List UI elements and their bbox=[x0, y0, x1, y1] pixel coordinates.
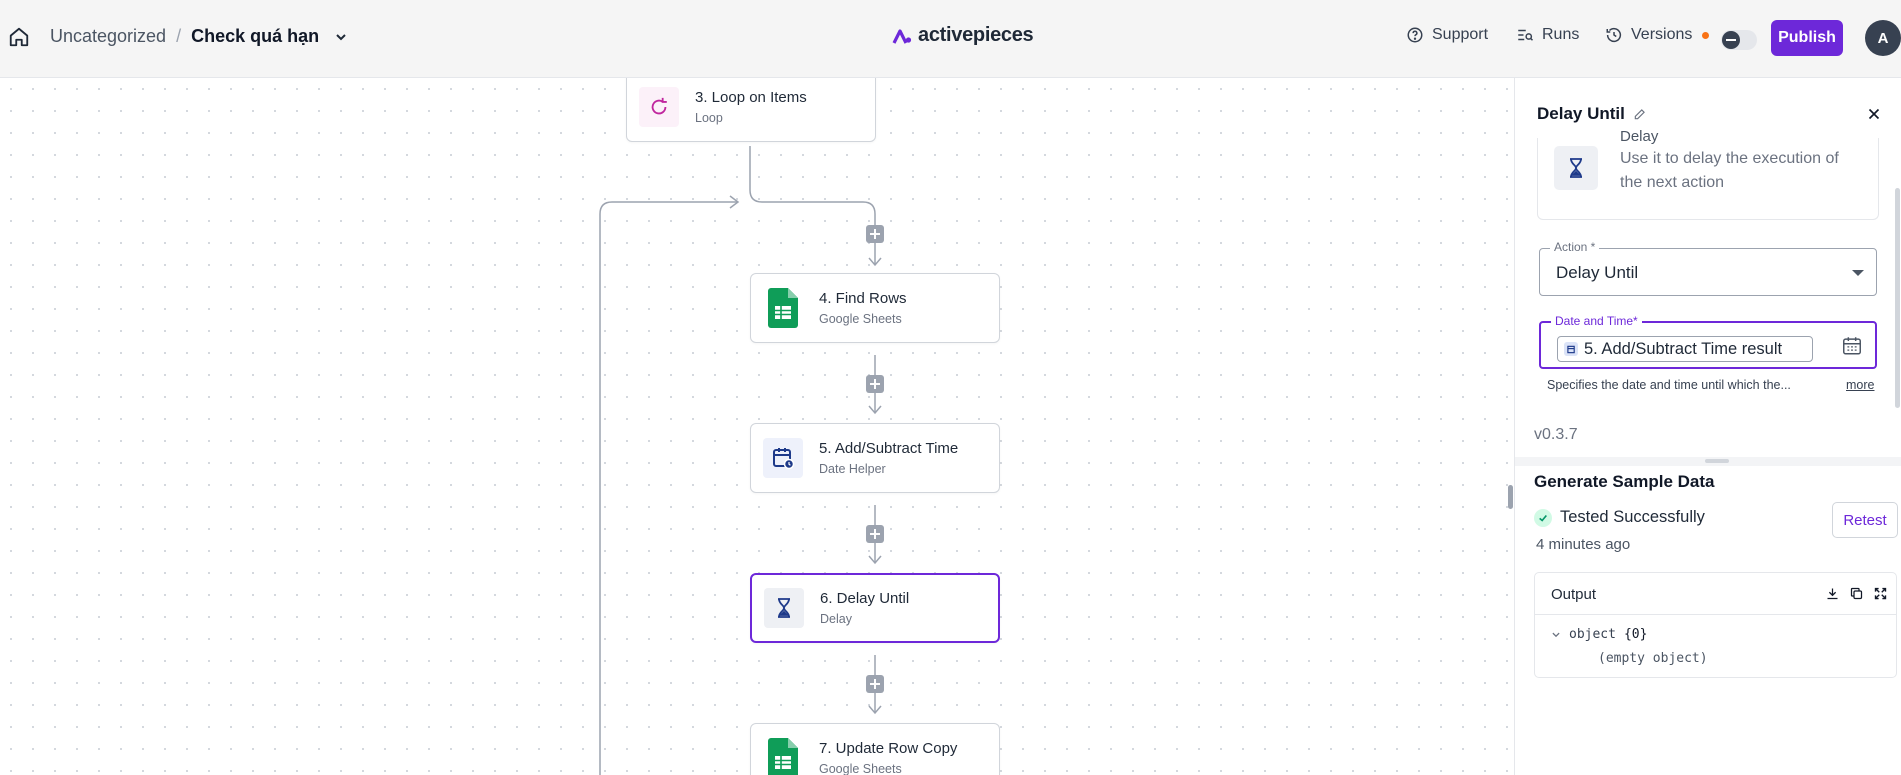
more-link[interactable]: more bbox=[1846, 378, 1874, 392]
versions-button[interactable]: Versions bbox=[1605, 26, 1710, 44]
hourglass-icon bbox=[1570, 158, 1582, 178]
step-subtitle: Delay bbox=[820, 612, 852, 626]
runs-label: Runs bbox=[1542, 26, 1580, 43]
unpublished-dot bbox=[1702, 31, 1710, 39]
step-title: 4. Find Rows bbox=[819, 290, 907, 307]
google-sheets-icon bbox=[768, 288, 798, 328]
datetime-variable-chip[interactable]: 5. Add/Subtract Time result bbox=[1557, 336, 1813, 362]
flow-step-add-subtract-time[interactable]: 5. Add/Subtract Time Date Helper bbox=[750, 423, 1000, 493]
output-object-type: object bbox=[1569, 627, 1616, 642]
panel-resize-handle[interactable] bbox=[1508, 485, 1513, 509]
datetime-chip-label: 5. Add/Subtract Time result bbox=[1584, 339, 1783, 358]
output-viewer: Output object {0} (empty object) bbox=[1534, 572, 1897, 678]
step-settings-panel: Delay Until Delay Use it to delay the ex… bbox=[1514, 78, 1901, 775]
datetime-help-text: Specifies the date and time until which … bbox=[1547, 378, 1791, 392]
breadcrumb-folder[interactable]: Uncategorized bbox=[50, 26, 166, 47]
output-object-row[interactable]: object {0} bbox=[1551, 627, 1647, 642]
add-step-button[interactable] bbox=[866, 225, 884, 243]
publish-button[interactable]: Publish bbox=[1771, 20, 1843, 56]
piece-name: Delay bbox=[1620, 128, 1659, 145]
breadcrumb: Uncategorized / Check quá hạn bbox=[50, 26, 349, 47]
caret-down-icon bbox=[1852, 270, 1864, 276]
avatar[interactable]: A bbox=[1865, 20, 1901, 56]
flow-enable-toggle[interactable] bbox=[1721, 30, 1757, 50]
action-select[interactable]: Action * Delay Until bbox=[1539, 240, 1877, 296]
add-step-button[interactable] bbox=[866, 525, 884, 543]
test-status: Tested Successfully bbox=[1534, 508, 1705, 527]
home-icon[interactable] bbox=[8, 26, 30, 48]
chevron-down-icon[interactable] bbox=[333, 29, 349, 45]
copy-icon[interactable] bbox=[1849, 586, 1864, 601]
chevron-down-icon[interactable] bbox=[1551, 630, 1561, 640]
action-label: Action * bbox=[1550, 240, 1600, 254]
step-subtitle: Loop bbox=[695, 111, 723, 125]
flow-name[interactable]: Check quá hạn bbox=[191, 26, 319, 47]
add-step-button[interactable] bbox=[866, 675, 884, 693]
retest-button[interactable]: Retest bbox=[1832, 502, 1898, 538]
brand-name: activepieces bbox=[918, 24, 1034, 46]
close-icon[interactable] bbox=[1865, 105, 1883, 123]
top-header: Uncategorized / Check quá hạn activepiec… bbox=[0, 0, 1901, 78]
hourglass-icon bbox=[778, 598, 790, 618]
output-title: Output bbox=[1551, 586, 1597, 603]
panel-split-handle[interactable] bbox=[1515, 457, 1901, 466]
test-time: 4 minutes ago bbox=[1536, 536, 1631, 553]
flow-step-delay-until[interactable]: 6. Delay Until Delay bbox=[750, 573, 1000, 643]
history-icon bbox=[1606, 27, 1622, 43]
piece-icon bbox=[1554, 146, 1598, 190]
flow-step-loop[interactable]: 3. Loop on Items Loop bbox=[626, 78, 876, 142]
runs-button[interactable]: Runs bbox=[1516, 26, 1579, 44]
step-title: 6. Delay Until bbox=[820, 590, 910, 607]
download-icon[interactable] bbox=[1825, 586, 1840, 601]
calendar-icon[interactable] bbox=[1841, 335, 1863, 357]
google-sheets-icon bbox=[768, 738, 798, 775]
panel-title-text: Delay Until bbox=[1537, 104, 1625, 123]
step-subtitle: Date Helper bbox=[819, 462, 886, 476]
panel-scrollbar[interactable] bbox=[1895, 188, 1900, 408]
flow-step-update-row-copy[interactable]: 7. Update Row Copy Google Sheets bbox=[750, 723, 1000, 775]
step-title: 5. Add/Subtract Time bbox=[819, 440, 959, 457]
piece-description: Use it to delay the execution of the nex… bbox=[1620, 150, 1839, 191]
sample-data-title: Generate Sample Data bbox=[1534, 472, 1715, 491]
step-subtitle: Google Sheets bbox=[819, 312, 902, 326]
piece-info-card: Delay Use it to delay the execution of t… bbox=[1537, 128, 1879, 220]
breadcrumb-separator: / bbox=[176, 26, 182, 46]
output-object-count: {0} bbox=[1623, 627, 1648, 642]
brand-logo: activepieces bbox=[892, 24, 1034, 47]
list-search-icon bbox=[1518, 29, 1534, 41]
test-status-label: Tested Successfully bbox=[1560, 508, 1705, 526]
output-header: Output bbox=[1535, 573, 1896, 615]
datetime-field[interactable]: Date and Time* 5. Add/Subtract Time resu… bbox=[1539, 314, 1877, 369]
help-circle-icon bbox=[1407, 27, 1423, 43]
step-subtitle: Google Sheets bbox=[819, 762, 902, 775]
activepieces-logo-icon bbox=[892, 28, 912, 44]
step-title: 3. Loop on Items bbox=[695, 89, 807, 106]
date-helper-icon bbox=[1564, 342, 1578, 356]
expand-icon[interactable] bbox=[1873, 586, 1888, 601]
flow-step-find-rows[interactable]: 4. Find Rows Google Sheets bbox=[750, 273, 1000, 343]
flow-canvas[interactable]: 3. Loop on Items Loop 4. Find Rows Googl… bbox=[0, 78, 1514, 775]
check-circle-icon bbox=[1534, 508, 1552, 527]
add-step-button[interactable] bbox=[866, 375, 884, 393]
action-value: Delay Until bbox=[1556, 263, 1639, 282]
support-label: Support bbox=[1432, 26, 1489, 43]
output-empty-text: (empty object) bbox=[1598, 651, 1708, 666]
support-button[interactable]: Support bbox=[1406, 26, 1488, 44]
panel-title: Delay Until bbox=[1537, 104, 1647, 124]
pencil-icon[interactable] bbox=[1633, 107, 1647, 121]
step-title: 7. Update Row Copy bbox=[819, 740, 958, 757]
piece-version: v0.3.7 bbox=[1534, 426, 1578, 443]
datetime-label: Date and Time* bbox=[1551, 314, 1642, 328]
calendar-clock-icon bbox=[773, 448, 795, 470]
loop-icon bbox=[651, 97, 667, 115]
versions-label: Versions bbox=[1631, 26, 1693, 43]
